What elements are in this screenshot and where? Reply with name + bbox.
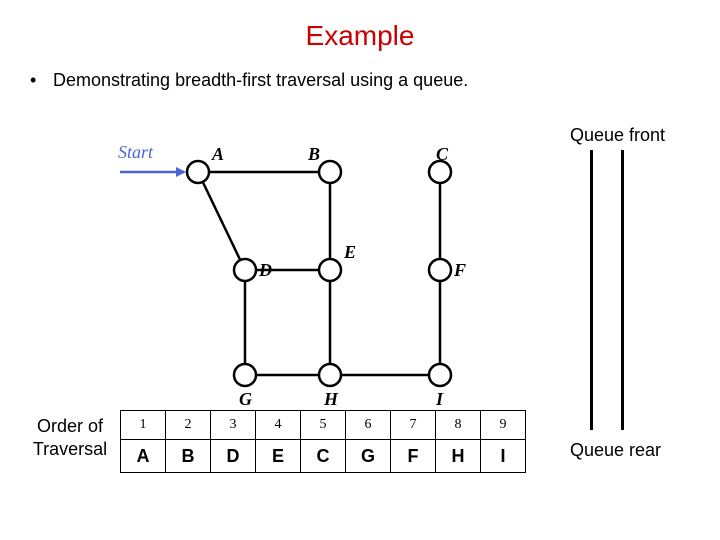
traversal-index-cell: 5	[301, 411, 346, 440]
traversal-value-cell: D	[211, 440, 256, 473]
node-label-G: G	[239, 389, 252, 410]
traversal-value-cell: G	[346, 440, 391, 473]
node-label-F: F	[454, 260, 466, 281]
node-label-C: C	[436, 144, 448, 165]
traversal-label: Order of Traversal	[25, 415, 115, 460]
bullet-dot: •	[30, 70, 48, 91]
traversal-index-cell: 7	[391, 411, 436, 440]
bullet-text: Demonstrating breadth-first traversal us…	[53, 70, 468, 90]
start-label: Start	[118, 142, 153, 163]
graph-diagram: ABCDEFGHI Start	[120, 130, 500, 400]
traversal-value-cell: E	[256, 440, 301, 473]
traversal-value-row: ABDECGFHI	[121, 440, 526, 473]
node-label-I: I	[436, 389, 443, 410]
node-label-D: D	[259, 260, 272, 281]
node-label-E: E	[344, 242, 356, 263]
node-label-B: B	[308, 144, 320, 165]
node-label-A: A	[212, 144, 224, 165]
traversal-value-cell: A	[121, 440, 166, 473]
traversal-value-cell: C	[301, 440, 346, 473]
traversal-index-cell: 6	[346, 411, 391, 440]
traversal-table: 123456789 ABDECGFHI	[120, 410, 526, 473]
queue-front-label: Queue front	[560, 125, 700, 150]
traversal-index-cell: 2	[166, 411, 211, 440]
traversal-value-cell: H	[436, 440, 481, 473]
traversal-index-cell: 9	[481, 411, 526, 440]
queue-box	[590, 150, 624, 430]
traversal-index-cell: 1	[121, 411, 166, 440]
bullet-line: • Demonstrating breadth-first traversal …	[0, 52, 720, 91]
traversal-value-cell: I	[481, 440, 526, 473]
node-label-H: H	[324, 389, 338, 410]
queue-area: Queue front	[560, 125, 700, 430]
page-title: Example	[0, 0, 720, 52]
traversal-value-cell: F	[391, 440, 436, 473]
queue-rear-label: Queue rear	[570, 440, 661, 461]
traversal-index-cell: 4	[256, 411, 301, 440]
traversal-index-cell: 3	[211, 411, 256, 440]
traversal-index-row: 123456789	[121, 411, 526, 440]
graph-svg	[120, 130, 500, 400]
traversal-index-cell: 8	[436, 411, 481, 440]
traversal-value-cell: B	[166, 440, 211, 473]
